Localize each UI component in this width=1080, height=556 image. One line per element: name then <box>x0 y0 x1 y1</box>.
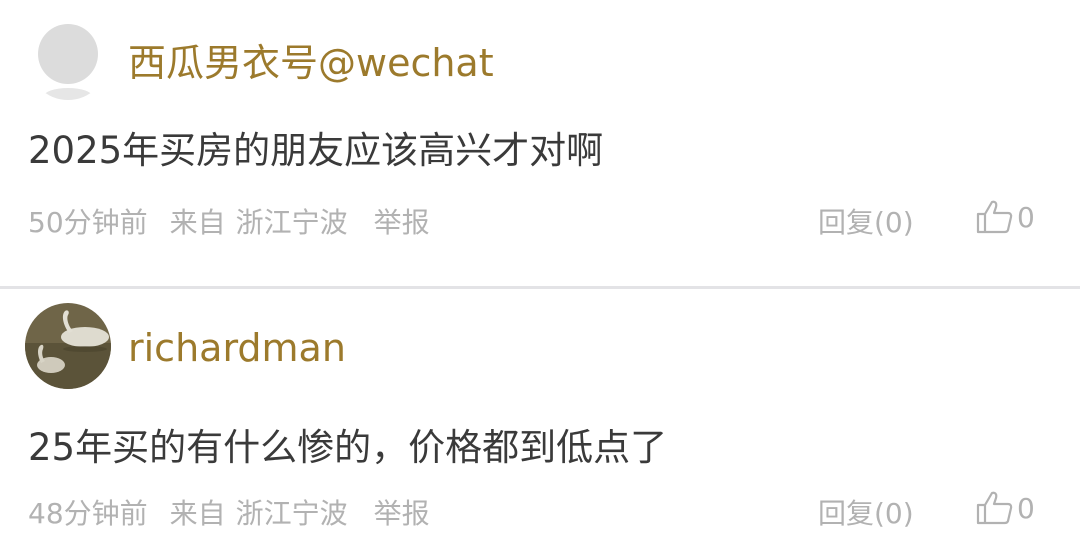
comment-item: 西瓜男衣号@wechat 2025年买房的朋友应该高兴才对啊 50分钟前 来自 … <box>0 0 1080 286</box>
reply-button[interactable]: 回复(0) <box>818 492 914 532</box>
report-button[interactable]: 举报 <box>374 492 430 532</box>
username[interactable]: richardman <box>128 326 346 370</box>
comment-item: richardman 25年买的有什么惨的，价格都到低点了 48分钟前 来自 浙… <box>0 289 1080 556</box>
username[interactable]: 西瓜男衣号@wechat <box>128 32 494 87</box>
location: 浙江宁波 <box>235 206 348 239</box>
location: 浙江宁波 <box>235 497 348 530</box>
reply-button[interactable]: 回复(0) <box>818 201 914 241</box>
from-label: 来自 <box>169 206 226 239</box>
like-count: 0 <box>1017 200 1035 234</box>
swan-photo-avatar <box>25 303 111 389</box>
from-label: 来自 <box>169 497 226 530</box>
comment-time: 48分钟前 <box>28 497 148 530</box>
comment-meta: 48分钟前 来自 浙江宁波 举报 <box>28 492 430 532</box>
like-count: 0 <box>1017 491 1035 525</box>
like-button[interactable]: 0 <box>975 490 1035 526</box>
thumbs-up-icon <box>976 491 1013 525</box>
like-button[interactable]: 0 <box>975 199 1035 235</box>
avatar[interactable] <box>28 20 108 100</box>
comment-text: 25年买的有什么惨的，价格都到低点了 <box>28 426 668 469</box>
comment-meta: 50分钟前 来自 浙江宁波 举报 <box>28 201 430 241</box>
thumbs-up-icon <box>976 200 1013 234</box>
comment-time: 50分钟前 <box>28 206 148 239</box>
comment-text: 2025年买房的朋友应该高兴才对啊 <box>28 129 604 172</box>
report-button[interactable]: 举报 <box>374 201 430 241</box>
default-avatar-icon <box>28 20 108 100</box>
avatar[interactable] <box>25 303 111 389</box>
